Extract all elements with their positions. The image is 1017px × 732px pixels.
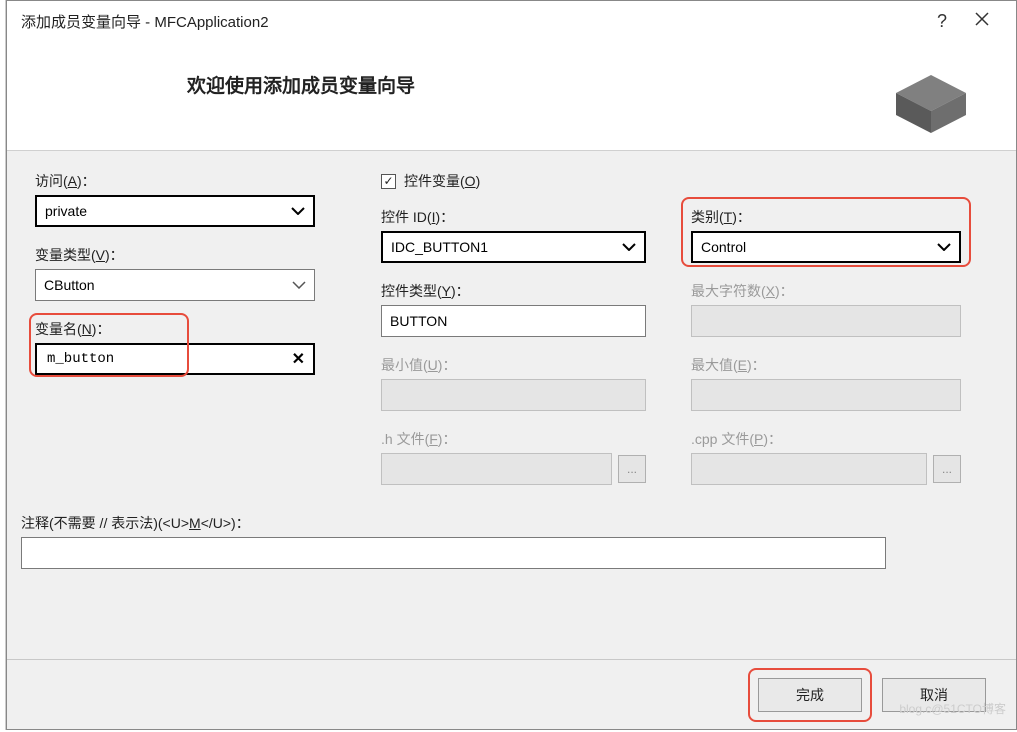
- chevron-down-icon: [291, 207, 305, 215]
- controlvar-label: 控件变量(O): [404, 171, 480, 191]
- chevron-down-icon: [622, 243, 636, 251]
- category-value: Control: [701, 239, 746, 255]
- access-value: private: [45, 203, 87, 219]
- form-area: 访问(A)： private 变量类型(V)： CButton 变量名(N)： …: [21, 171, 1002, 649]
- footer: 完成 取消: [7, 659, 1016, 729]
- comment-area: 注释(不需要 // 表示法)(<U>M</U>)：: [21, 513, 1002, 569]
- finish-button[interactable]: 完成: [758, 678, 862, 712]
- varname-label: 变量名(N)：: [35, 319, 315, 339]
- access-combo[interactable]: private: [35, 195, 315, 227]
- banner-heading: 欢迎使用添加成员变量向导: [187, 71, 415, 98]
- comment-input[interactable]: [21, 537, 886, 569]
- vartype-combo[interactable]: CButton: [35, 269, 315, 301]
- hfile-browse-button: ...: [618, 455, 646, 483]
- maxchars-input: [691, 305, 961, 337]
- hfile-label: .h 文件(F)：: [381, 429, 646, 449]
- maxval-input: [691, 379, 961, 411]
- chevron-down-icon: [937, 243, 951, 251]
- close-button[interactable]: [962, 12, 1002, 31]
- controlid-combo[interactable]: IDC_BUTTON1: [381, 231, 646, 263]
- cppfile-browse-button: ...: [933, 455, 961, 483]
- banner: 欢迎使用添加成员变量向导: [7, 41, 1016, 151]
- controltype-input[interactable]: BUTTON: [381, 305, 646, 337]
- varname-field[interactable]: [45, 350, 288, 368]
- controlid-label: 控件 ID(I)：: [381, 207, 646, 227]
- wizard-cube-icon: [886, 63, 976, 140]
- check-icon: ✓: [383, 175, 393, 187]
- maxval-label: 最大值(E)：: [691, 355, 961, 375]
- controlvar-checkbox[interactable]: ✓: [381, 174, 396, 189]
- minval-label: 最小值(U)：: [381, 355, 646, 375]
- maxchars-label: 最大字符数(X)：: [691, 281, 961, 301]
- controlvar-checkbox-row[interactable]: ✓ 控件变量(O): [381, 171, 646, 191]
- watermark: blog.c@51CTO博客: [899, 700, 1006, 717]
- controltype-value: BUTTON: [390, 313, 447, 329]
- category-combo[interactable]: Control: [691, 231, 961, 263]
- varname-input[interactable]: ✕: [35, 343, 315, 375]
- access-label: 访问(A)：: [35, 171, 315, 191]
- controlid-value: IDC_BUTTON1: [391, 239, 488, 255]
- hfile-input: [381, 453, 612, 485]
- minval-input: [381, 379, 646, 411]
- help-button[interactable]: ?: [922, 11, 962, 32]
- category-label: 类别(T)：: [691, 207, 961, 227]
- vartype-value: CButton: [44, 277, 95, 293]
- controltype-label: 控件类型(Y)：: [381, 281, 646, 301]
- chevron-down-icon: [292, 281, 306, 289]
- comment-label: 注释(不需要 // 表示法)(<U>M</U>)：: [21, 513, 1002, 533]
- titlebar: 添加成员变量向导 - MFCApplication2 ?: [7, 1, 1016, 41]
- vartype-label: 变量类型(V)：: [35, 245, 315, 265]
- clear-icon[interactable]: ✕: [292, 349, 305, 369]
- cppfile-label: .cpp 文件(P)：: [691, 429, 961, 449]
- window-title: 添加成员变量向导 - MFCApplication2: [21, 11, 922, 32]
- cppfile-input: [691, 453, 927, 485]
